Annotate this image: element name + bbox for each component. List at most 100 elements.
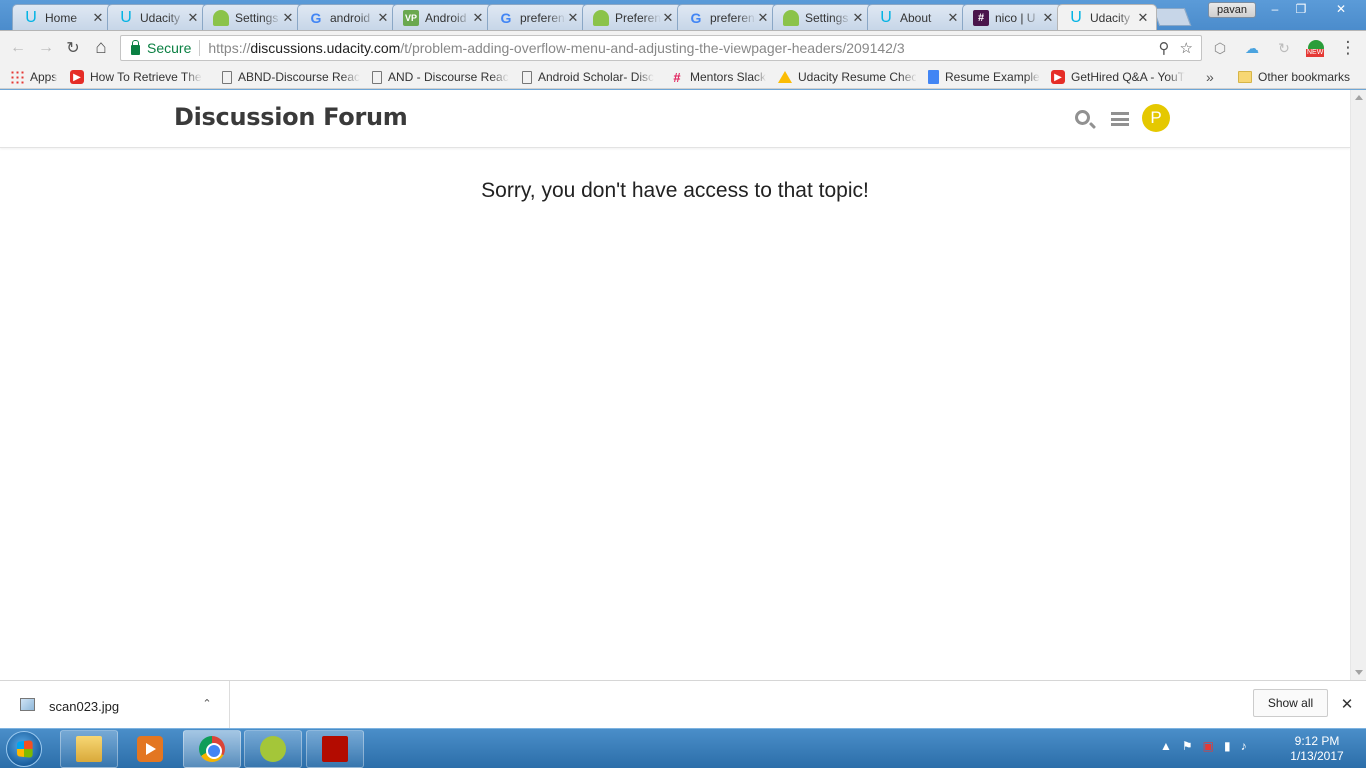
hamburger-menu-button[interactable] [1108, 107, 1132, 131]
tab-title: android [330, 10, 371, 25]
tab-title: preference [710, 10, 756, 25]
extension-refresh-icon[interactable]: ↻ [1274, 38, 1294, 58]
bookmark-label: GetHired Q&A - YouT [1071, 70, 1186, 84]
site-title[interactable]: Discussion Forum [174, 103, 408, 131]
action-center-flag-icon[interactable]: ⚑ [1182, 739, 1193, 753]
other-bookmarks-label: Other bookmarks [1258, 70, 1351, 84]
download-filename: scan023.jpg [49, 699, 120, 714]
tab-title: preference [520, 10, 566, 25]
tab-close-icon[interactable]: ✕ [471, 10, 485, 26]
show-hidden-icons-button[interactable]: ▲ [1160, 739, 1172, 753]
page-viewport: Discussion Forum P Sorry, you don't have… [0, 90, 1350, 680]
tab[interactable]: Settings ✕ [202, 4, 302, 30]
volume-icon[interactable]: ♪ [1241, 739, 1247, 753]
tab-close-icon[interactable]: ✕ [946, 10, 960, 26]
search-button[interactable] [1072, 107, 1096, 131]
forward-button[interactable]: → [36, 38, 56, 58]
reload-button[interactable]: ↻ [63, 38, 83, 58]
folder-icon [1238, 71, 1252, 83]
zoom-icon[interactable]: ⚲ [1159, 39, 1170, 57]
tab-close-icon[interactable]: ✕ [91, 10, 105, 26]
address-bar[interactable]: Secure https:// discussions.udacity.com … [120, 35, 1202, 61]
taskbar-android-studio[interactable] [244, 730, 302, 768]
security-icon[interactable]: ▣ [1203, 739, 1214, 753]
scroll-up-arrow[interactable] [1355, 95, 1363, 100]
download-item[interactable]: scan023.jpg ⌃ [0, 681, 230, 728]
bookmark-item[interactable]: Android Scholar- Disc [522, 68, 658, 86]
bookmark-label: ABND-Discourse Reac [238, 70, 360, 84]
start-button[interactable] [6, 731, 42, 767]
show-all-downloads-button[interactable]: Show all [1253, 689, 1328, 717]
bookmark-item[interactable]: ABND-Discourse Reac [222, 68, 360, 86]
bookmark-item[interactable]: AND - Discourse Reac [372, 68, 510, 86]
back-button[interactable]: ← [8, 38, 28, 58]
bookmark-item[interactable]: Resume Example [928, 68, 1042, 86]
chrome-icon [199, 736, 225, 762]
extension-badge: NEW [1306, 49, 1325, 57]
acrobat-icon [322, 736, 348, 762]
system-clock[interactable]: 9:12 PM 1/13/2017 [1282, 734, 1352, 764]
restore-button[interactable]: ❐ [1288, 0, 1314, 18]
page-scrollbar[interactable] [1350, 90, 1366, 680]
tab-close-icon[interactable]: ✕ [376, 10, 390, 26]
home-button[interactable]: ⌂ [91, 37, 111, 58]
slack-icon: # [973, 9, 989, 26]
extension-cloud-icon[interactable]: ☁ [1242, 38, 1262, 58]
bookmark-star-icon[interactable]: ☆ [1180, 39, 1193, 57]
tab[interactable]: Gandroid ✕ [297, 4, 397, 30]
bookmark-item[interactable]: Udacity Resume Chec [778, 68, 916, 86]
tab-title: About [900, 10, 932, 25]
google-icon: G [310, 9, 322, 26]
other-bookmarks-folder[interactable]: Other bookmarks [1238, 68, 1350, 86]
new-tab-button[interactable] [1152, 8, 1192, 26]
tab-close-icon[interactable]: ✕ [851, 10, 865, 26]
network-signal-icon[interactable]: ▮ [1224, 739, 1231, 753]
tab-close-icon[interactable]: ✕ [281, 10, 295, 26]
taskbar-chrome[interactable] [183, 730, 241, 768]
omnibox-separator [199, 40, 201, 56]
bookmark-label: Resume Example [945, 70, 1040, 84]
tab[interactable]: VP Android ✕ [392, 4, 492, 30]
tab-close-icon[interactable]: ✕ [756, 10, 770, 26]
window-close-button[interactable]: ✕ [1326, 0, 1356, 18]
android-icon [783, 9, 799, 26]
bookmark-item[interactable]: ▶ GetHired Q&A - YouT [1051, 68, 1189, 86]
media-player-icon [137, 736, 163, 762]
tab[interactable]: Gpreference✕ [677, 4, 777, 30]
close-download-shelf-button[interactable]: ✕ [1338, 695, 1356, 713]
tab[interactable]: Settings ✕ [772, 4, 872, 30]
tab-close-icon[interactable]: ✕ [1041, 10, 1055, 26]
tab[interactable]: U About ✕ [867, 4, 967, 30]
tab-close-icon[interactable]: ✕ [661, 10, 675, 26]
file-explorer-icon [76, 736, 102, 762]
bookmark-item[interactable]: # Mentors Slack [670, 68, 766, 86]
tab[interactable]: Preference✕ [582, 4, 682, 30]
tab-close-icon[interactable]: ✕ [566, 10, 580, 26]
scroll-down-arrow[interactable] [1355, 670, 1363, 675]
bookmark-item[interactable]: ▶ How To Retrieve The [70, 68, 210, 86]
extension-new-icon[interactable]: NEW [1306, 38, 1326, 58]
taskbar-file-explorer[interactable] [60, 730, 118, 768]
access-denied-message: Sorry, you don't have access to that top… [481, 179, 869, 202]
taskbar-media-player[interactable] [121, 730, 179, 768]
tab-close-icon[interactable]: ✕ [186, 10, 200, 26]
bookmark-label: Android Scholar- Disc [538, 70, 655, 84]
profile-button[interactable]: pavan [1208, 2, 1256, 18]
url-path: /t/problem-adding-overflow-menu-and-adju… [400, 40, 905, 56]
download-options-chevron-icon[interactable]: ⌃ [199, 695, 215, 711]
tab[interactable]: Gpreference✕ [487, 4, 587, 30]
tab[interactable]: U Udacity ✕ [1057, 4, 1157, 30]
tab[interactable]: # nico | U ✕ [962, 4, 1062, 30]
docs-icon [928, 70, 939, 84]
bookmarks-overflow-button[interactable]: » [1206, 68, 1214, 86]
tab[interactable]: U Udacity ✕ [107, 4, 207, 30]
tab-strip: U Home ✕ U Udacity ✕ Settings ✕ Gandroid ✕ VP Andro… [0, 0, 1366, 30]
tab[interactable]: U Home ✕ [12, 4, 112, 30]
taskbar-acrobat[interactable] [306, 730, 364, 768]
user-avatar[interactable]: P [1142, 104, 1170, 132]
minimize-button[interactable]: – [1262, 0, 1288, 18]
extension-shield-icon[interactable]: ⬡ [1210, 38, 1230, 58]
bookmark-item[interactable]: Apps [10, 68, 62, 86]
chrome-menu-button[interactable]: ⋮ [1338, 38, 1358, 58]
tab-close-icon[interactable]: ✕ [1136, 10, 1150, 26]
